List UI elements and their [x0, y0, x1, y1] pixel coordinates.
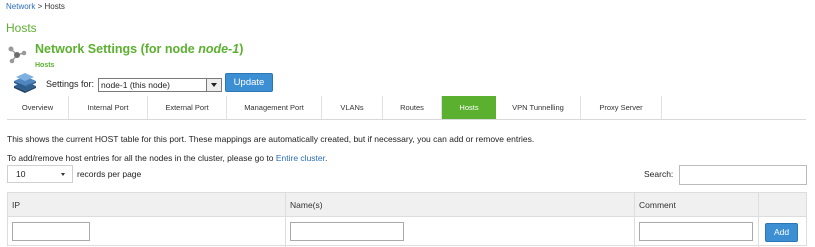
breadcrumb-link-network[interactable]: Network — [6, 2, 35, 11]
new-names-input[interactable] — [290, 222, 404, 241]
tab-internal-port[interactable]: Internal Port — [69, 96, 148, 119]
page-title: Hosts — [6, 21, 37, 35]
page-length-value: 10 — [16, 169, 26, 179]
tab-vpn-tunnelling[interactable]: VPN Tunnelling — [496, 96, 581, 119]
tab-management-port[interactable]: Management Port — [227, 96, 322, 119]
search-label: Search: — [644, 169, 674, 179]
column-divider — [285, 193, 286, 247]
node-select[interactable]: node-1 (this node) — [98, 78, 222, 92]
tab-external-port[interactable]: External Port — [148, 96, 227, 119]
network-nodes-icon — [8, 46, 27, 64]
network-settings-title: Network Settings (for node node-1) — [35, 42, 244, 56]
tab-proxy-server[interactable]: Proxy Server — [581, 96, 662, 119]
tab-overview[interactable]: Overview — [7, 96, 69, 119]
page-length-select[interactable]: 10 — [7, 165, 73, 183]
settings-for-label: Settings for: — [46, 79, 95, 89]
update-button[interactable]: Update — [225, 73, 273, 92]
add-host-button[interactable]: Add — [765, 223, 798, 242]
column-divider — [758, 193, 759, 247]
column-header-comment[interactable]: Comment — [635, 193, 676, 217]
hosts-table: IP Name(s) Comment Add — [7, 192, 807, 247]
entire-cluster-link[interactable]: Entire cluster — [276, 153, 325, 163]
host-table-description: This shows the current HOST table for th… — [7, 134, 535, 144]
new-comment-input[interactable] — [639, 222, 753, 241]
tab-vlans[interactable]: VLANs — [322, 96, 383, 119]
column-divider — [634, 193, 635, 247]
column-header-names[interactable]: Name(s) — [286, 193, 323, 217]
chevron-down-icon[interactable] — [206, 79, 221, 91]
caret-down-icon — [61, 173, 65, 176]
breadcrumb: Network > Hosts — [6, 2, 65, 11]
tab-bar: Overview Internal Port External Port Man… — [7, 96, 806, 120]
records-per-page-label: records per page — [77, 169, 142, 179]
table-header: IP Name(s) Comment — [8, 193, 806, 217]
breadcrumb-current: Hosts — [44, 2, 65, 11]
server-stack-icon — [14, 73, 36, 93]
section-subtitle: Hosts — [35, 62, 55, 69]
new-ip-input[interactable] — [12, 222, 90, 241]
search-input[interactable] — [679, 165, 807, 185]
cluster-info: To add/remove host entries for all the n… — [7, 153, 328, 163]
column-header-ip[interactable]: IP — [8, 193, 20, 217]
tab-routes[interactable]: Routes — [383, 96, 442, 119]
tab-hosts[interactable]: Hosts — [442, 96, 496, 119]
node-name: node-1 — [198, 42, 240, 56]
node-select-value: node-1 (this node) — [101, 80, 170, 90]
column-header-actions — [759, 193, 763, 217]
